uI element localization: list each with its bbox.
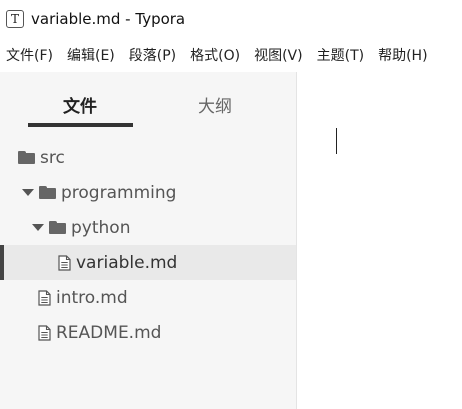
editor-area[interactable] xyxy=(297,72,462,409)
menu-format[interactable]: 格式(O) xyxy=(190,45,240,65)
menu-file[interactable]: 文件(F) xyxy=(6,45,53,65)
caret-down-icon[interactable] xyxy=(22,189,34,196)
text-cursor xyxy=(336,128,337,154)
title-bar: T variable.md - Typora xyxy=(0,0,462,38)
tree-item-label: intro.md xyxy=(56,287,128,308)
caret-down-icon[interactable] xyxy=(32,224,44,231)
menu-bar: 文件(F) 编辑(E) 段落(P) 格式(O) 视图(V) 主题(T) 帮助(H… xyxy=(0,38,462,72)
tree-item-label: programming xyxy=(61,182,177,203)
tree-item-label: python xyxy=(71,217,131,238)
tree-item-label: src xyxy=(40,147,65,168)
file-icon xyxy=(38,289,51,306)
folder-icon xyxy=(18,151,35,164)
tree-file-variable-md[interactable]: variable.md xyxy=(0,245,296,280)
menu-edit[interactable]: 编辑(E) xyxy=(67,45,115,65)
menu-view[interactable]: 视图(V) xyxy=(254,45,303,65)
tree-folder-programming[interactable]: programming xyxy=(0,175,296,210)
sidebar: 文件 大纲 src programming python variable.md… xyxy=(0,72,297,409)
tree-file-readme-md[interactable]: README.md xyxy=(0,315,296,350)
tab-files[interactable]: 文件 xyxy=(28,92,132,117)
tree-file-intro-md[interactable]: intro.md xyxy=(0,280,296,315)
menu-theme[interactable]: 主题(T) xyxy=(317,45,364,65)
menu-paragraph[interactable]: 段落(P) xyxy=(129,45,176,65)
active-tab-underline xyxy=(28,123,133,127)
folder-icon xyxy=(49,221,66,234)
typora-app-icon: T xyxy=(6,10,24,28)
menu-help[interactable]: 帮助(H) xyxy=(378,45,427,65)
file-icon xyxy=(58,254,71,271)
sidebar-tabs: 文件 大纲 xyxy=(0,72,297,128)
file-icon xyxy=(38,324,51,341)
tree-item-label: README.md xyxy=(56,322,162,343)
tree-item-label: variable.md xyxy=(76,252,178,273)
tree-folder-python[interactable]: python xyxy=(0,210,296,245)
tab-outline[interactable]: 大纲 xyxy=(163,92,267,117)
app-icon-letter: T xyxy=(10,12,19,26)
tree-folder-src[interactable]: src xyxy=(0,140,296,175)
window-title: variable.md - Typora xyxy=(31,10,186,28)
folder-icon xyxy=(39,186,56,199)
